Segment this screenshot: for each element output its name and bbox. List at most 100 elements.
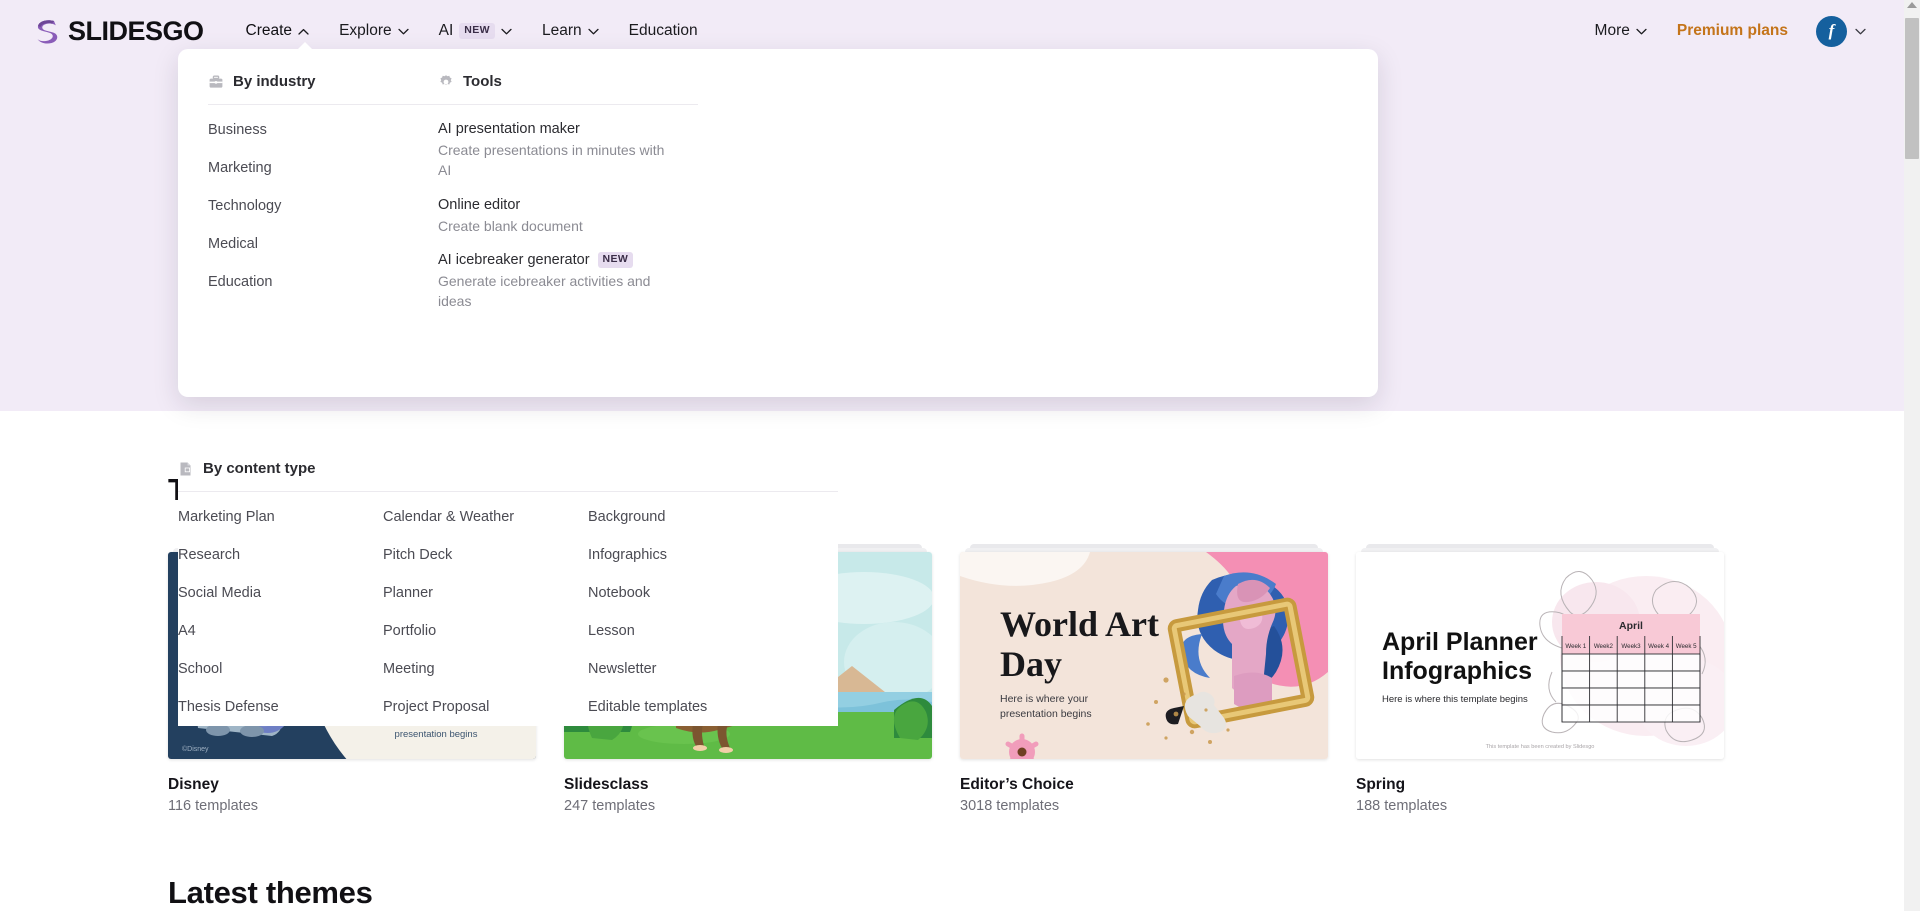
logo-text: SLIDESGO bbox=[68, 15, 204, 46]
premium-plans-link[interactable]: Premium plans bbox=[1665, 14, 1800, 48]
menu-link-columns: Business Marketing Technology Medical Ed… bbox=[208, 111, 438, 301]
tool-label: AI icebreaker generator bbox=[438, 251, 590, 268]
svg-text:April Planner: April Planner bbox=[1382, 628, 1538, 656]
card-template-count: 247 templates bbox=[564, 798, 656, 814]
card-title: Spring bbox=[1356, 776, 1406, 793]
svg-text:Week 1: Week 1 bbox=[1565, 643, 1586, 650]
menu-link-thesis-defense[interactable]: Thesis Defense bbox=[178, 688, 383, 726]
menu-link-portfolio[interactable]: Portfolio bbox=[383, 612, 588, 650]
chevron-down-icon bbox=[1855, 28, 1866, 35]
menu-link-business[interactable]: Business bbox=[208, 111, 281, 149]
nav-label-learn: Learn bbox=[541, 22, 582, 39]
menu-link-medical[interactable]: Medical bbox=[208, 225, 281, 263]
svg-text:Week 4: Week 4 bbox=[1648, 643, 1669, 650]
trending-card-spring[interactable]: April Week 1 Week2 Week3 Week 4 Week 5 A… bbox=[1356, 544, 1724, 814]
menu-link-meeting[interactable]: Meeting bbox=[383, 650, 588, 688]
card-template-count: 188 templates bbox=[1356, 798, 1448, 814]
nav-item-ai[interactable]: AI NEW bbox=[425, 14, 526, 48]
menu-group-tools: Tools AI presentation maker Create prese… bbox=[438, 73, 698, 397]
menu-group-title: By industry bbox=[233, 73, 316, 90]
menu-group-header: By content type bbox=[178, 460, 838, 492]
tool-label: AI presentation maker bbox=[438, 121, 580, 137]
dropdown-pointer bbox=[296, 42, 314, 51]
account-menu[interactable]: f bbox=[1816, 15, 1866, 47]
svg-text:This template has been created: This template has been created by Slides… bbox=[1486, 744, 1595, 750]
nav-label-more: More bbox=[1594, 22, 1630, 39]
menu-link-social-media[interactable]: Social Media bbox=[178, 574, 383, 612]
svg-text:presentation begins: presentation begins bbox=[395, 729, 478, 740]
tool-label: Online editor bbox=[438, 196, 521, 213]
menu-column-3: Background Infographics Notebook Lesson … bbox=[588, 498, 793, 726]
nav-item-more[interactable]: More bbox=[1581, 14, 1661, 48]
nav-right-group: More Premium plans f bbox=[1581, 14, 1866, 48]
card-thumbnail: April Week 1 Week2 Week3 Week 4 Week 5 A… bbox=[1356, 552, 1724, 759]
menu-group-by-content-type: By content type Marketing Plan Research … bbox=[178, 460, 838, 726]
tool-ai-presentation-maker[interactable]: AI presentation maker Create presentatio… bbox=[438, 111, 698, 187]
trending-card-editors-choice[interactable]: World Art Day Here is where your present… bbox=[960, 544, 1328, 814]
menu-link-project-proposal[interactable]: Project Proposal bbox=[383, 688, 588, 726]
svg-text:Day: Day bbox=[1000, 644, 1062, 684]
menu-link-notebook[interactable]: Notebook bbox=[588, 574, 793, 612]
nav-item-explore[interactable]: Explore bbox=[325, 14, 423, 48]
menu-link-background[interactable]: Background bbox=[588, 498, 793, 536]
card-template-count: 116 templates bbox=[168, 798, 259, 814]
menu-link-newsletter[interactable]: Newsletter bbox=[588, 650, 793, 688]
document-type-icon bbox=[178, 461, 194, 477]
menu-link-marketing-plan[interactable]: Marketing Plan bbox=[178, 498, 383, 536]
nav-badge-new: NEW bbox=[459, 23, 495, 39]
scroll-up-arrow-icon[interactable] bbox=[1907, 2, 1917, 8]
menu-column-2: Calendar & Weather Pitch Deck Planner Po… bbox=[383, 498, 588, 726]
tool-ai-icebreaker-generator[interactable]: AI icebreaker generator NEW Generate ice… bbox=[438, 242, 698, 318]
slidesgo-logo[interactable]: SLIDESGO bbox=[32, 16, 204, 47]
nav-item-learn[interactable]: Learn bbox=[528, 14, 613, 48]
chevron-down-icon bbox=[501, 28, 512, 35]
menu-link-research[interactable]: Research bbox=[178, 536, 383, 574]
menu-link-education[interactable]: Education bbox=[208, 263, 281, 301]
svg-text:presentation begins: presentation begins bbox=[1000, 708, 1092, 720]
card-thumbnail-wrap: World Art Day Here is where your present… bbox=[960, 544, 1328, 759]
card-thumbnail: World Art Day Here is where your present… bbox=[960, 552, 1328, 759]
svg-text:Here is where your: Here is where your bbox=[1000, 693, 1089, 705]
tool-online-editor[interactable]: Online editor Create blank document bbox=[438, 187, 698, 242]
menu-link-technology[interactable]: Technology bbox=[208, 187, 281, 225]
menu-link-school[interactable]: School bbox=[178, 650, 383, 688]
svg-text:World Art: World Art bbox=[1000, 604, 1159, 644]
nav-item-education[interactable]: Education bbox=[615, 14, 712, 48]
page-root: SLIDESGO Create Explore AI NEW Learn Edu… bbox=[0, 0, 1920, 911]
menu-group-header: Tools bbox=[438, 73, 698, 105]
scroll-thumb[interactable] bbox=[1905, 18, 1919, 159]
card-thumbnail-wrap: April Week 1 Week2 Week3 Week 4 Week 5 A… bbox=[1356, 544, 1724, 759]
nav-label-ai: AI bbox=[438, 22, 454, 39]
menu-link-marketing[interactable]: Marketing bbox=[208, 149, 281, 187]
tool-title: AI presentation maker bbox=[438, 121, 698, 137]
menu-group-by-industry: By industry Business Marketing Technolog… bbox=[208, 73, 438, 397]
card-title: Slidesclass bbox=[564, 776, 649, 793]
tool-description: Generate icebreaker activities and ideas bbox=[438, 272, 651, 310]
chevron-up-icon bbox=[298, 28, 309, 35]
nav-label-education: Education bbox=[628, 22, 698, 39]
latest-themes-title: Latest themes bbox=[168, 875, 373, 910]
tool-title: Online editor bbox=[438, 197, 698, 213]
card-template-count: 3018 templates bbox=[960, 798, 1060, 814]
svg-text:April: April bbox=[1619, 620, 1643, 632]
menu-link-calendar-weather[interactable]: Calendar & Weather bbox=[383, 498, 588, 536]
briefcase-icon bbox=[208, 74, 224, 90]
menu-link-lesson[interactable]: Lesson bbox=[588, 612, 793, 650]
svg-text:Infographics: Infographics bbox=[1382, 657, 1532, 685]
menu-link-planner[interactable]: Planner bbox=[383, 574, 588, 612]
chevron-down-icon bbox=[397, 28, 409, 35]
tool-description: Create presentations in minutes with AI bbox=[438, 142, 665, 179]
chevron-down-icon bbox=[587, 28, 599, 35]
menu-link-a4[interactable]: A4 bbox=[178, 612, 383, 650]
gear-icon bbox=[438, 74, 454, 90]
menu-link-pitch-deck[interactable]: Pitch Deck bbox=[383, 536, 588, 574]
menu-group-title: Tools bbox=[463, 73, 502, 90]
avatar: f bbox=[1816, 15, 1847, 47]
svg-text:Week 5: Week 5 bbox=[1676, 643, 1697, 650]
page-scrollbar[interactable] bbox=[1904, 0, 1920, 911]
menu-link-infographics[interactable]: Infographics bbox=[588, 536, 793, 574]
menu-group-title: By content type bbox=[203, 460, 316, 477]
menu-link-editable-templates[interactable]: Editable templates bbox=[588, 688, 793, 726]
chevron-down-icon bbox=[1636, 28, 1647, 35]
tool-title: AI icebreaker generator NEW bbox=[438, 252, 698, 268]
